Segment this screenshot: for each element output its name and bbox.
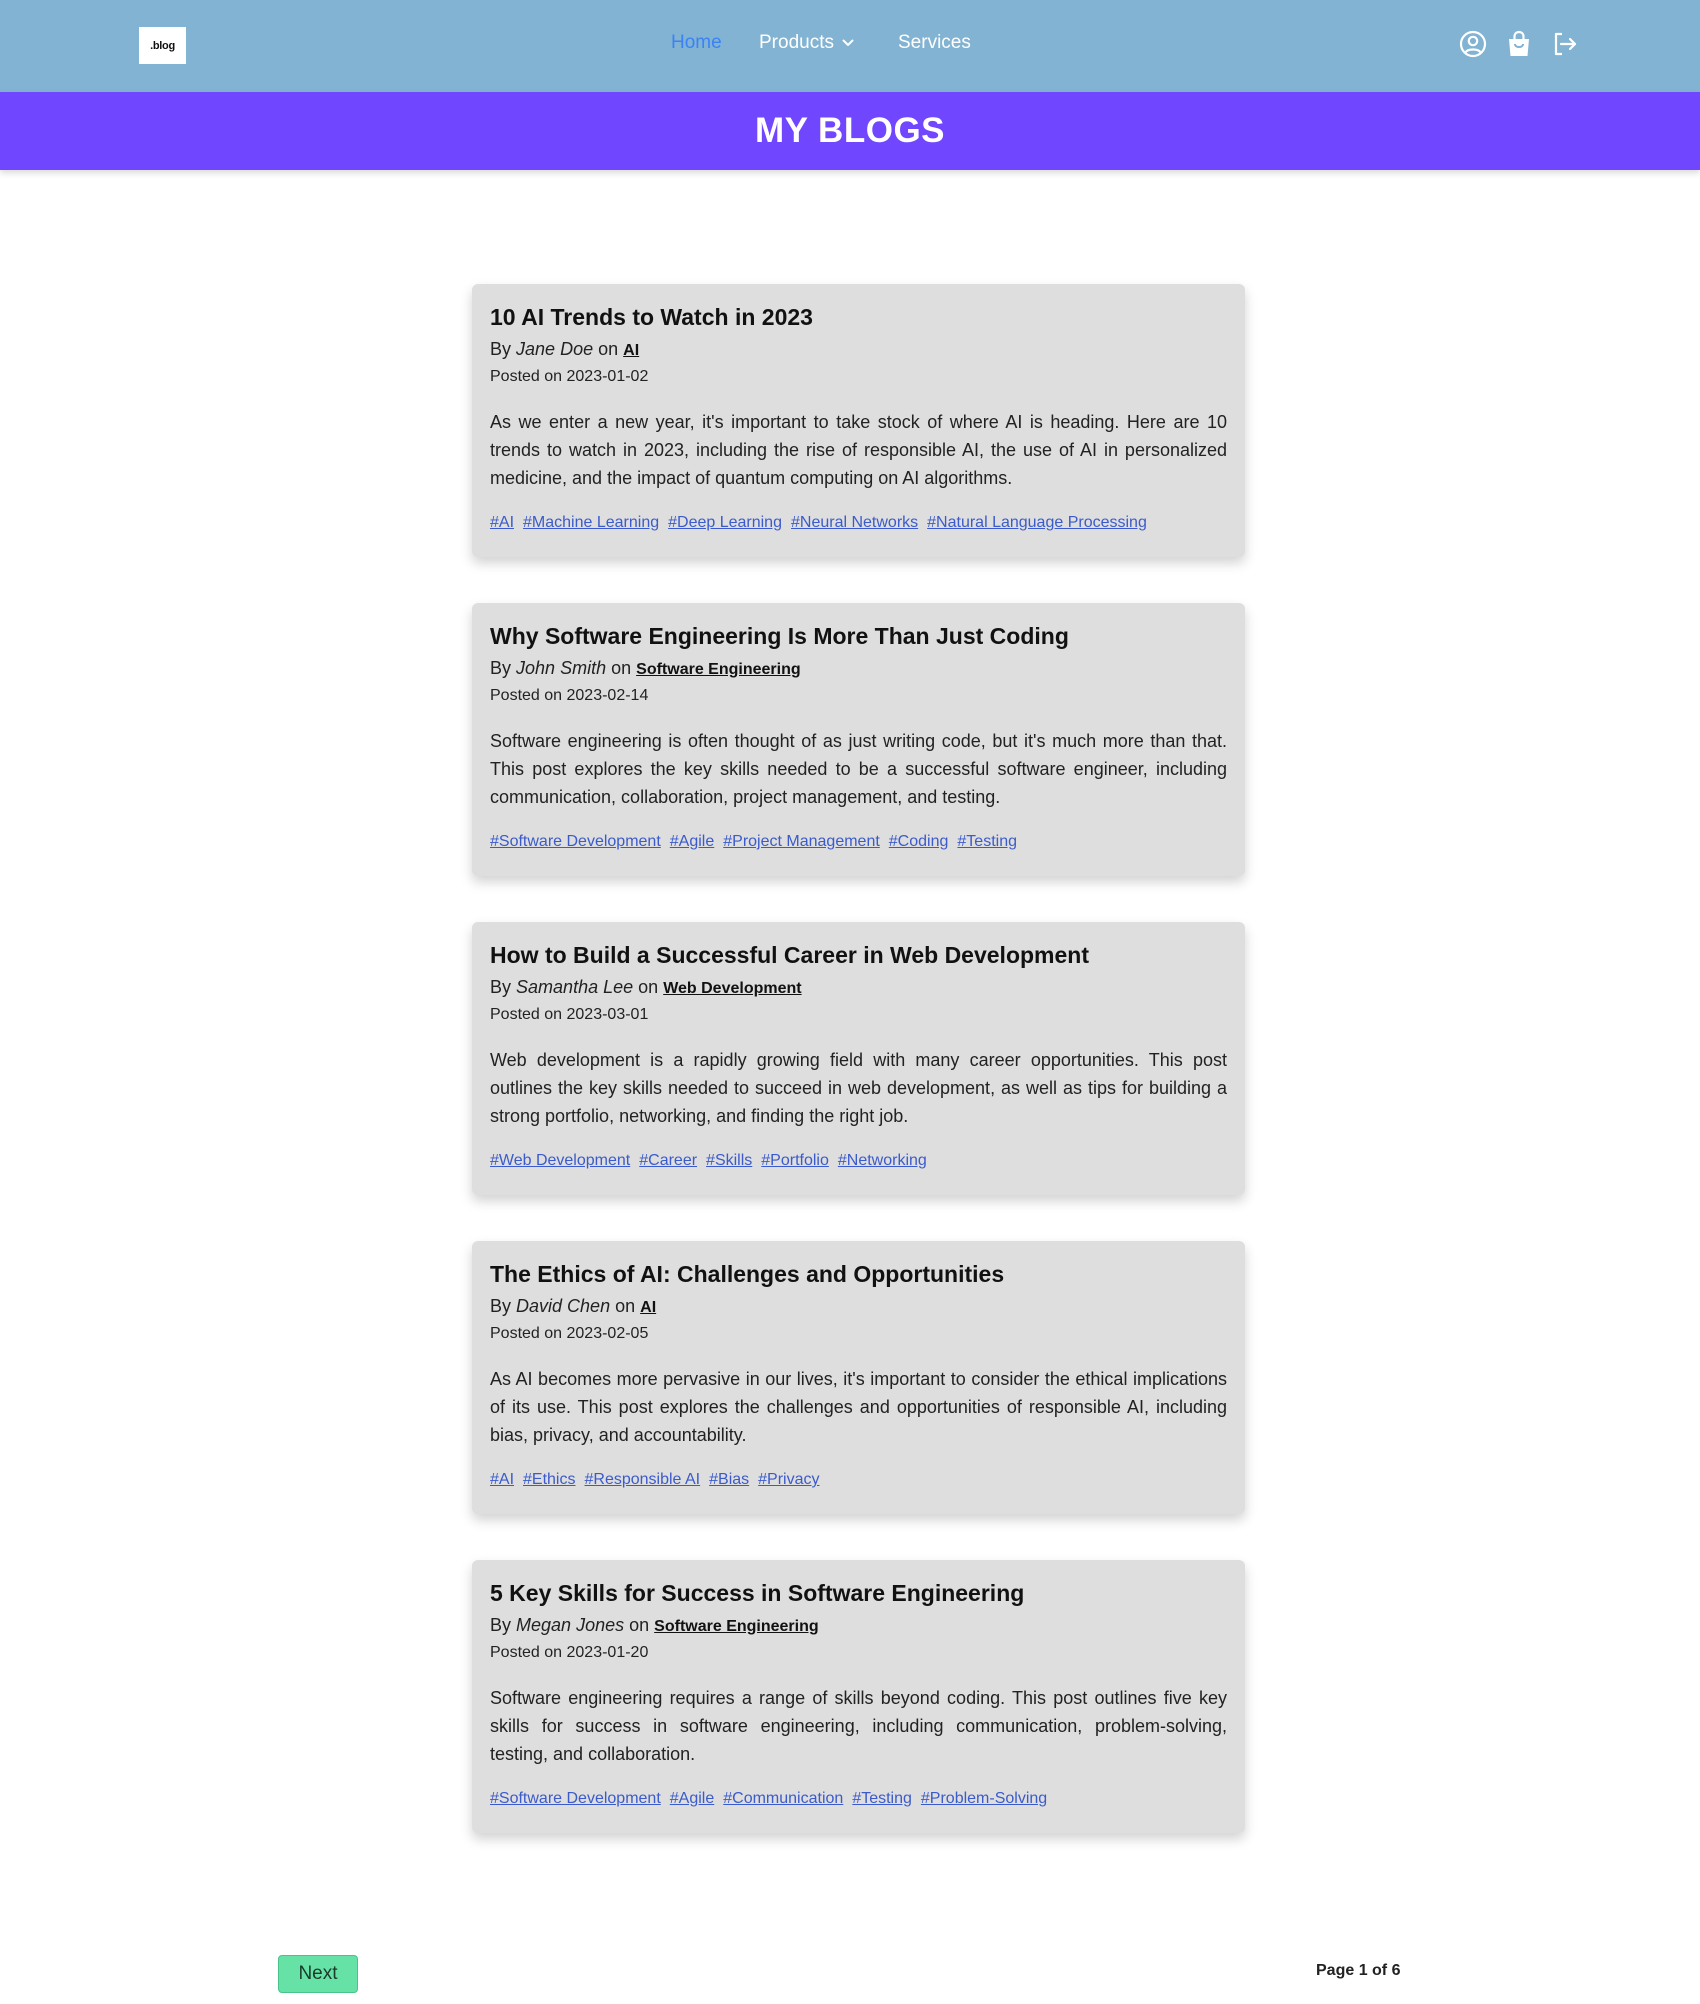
post-date: Posted on 2023-01-20 [490, 1644, 649, 1661]
tag-link[interactable]: #Portfolio [761, 1152, 829, 1170]
blog-post-card[interactable]: How to Build a Successful Career in Web … [472, 922, 1245, 1195]
post-date: Posted on 2023-02-14 [490, 687, 649, 704]
nav-link-services[interactable]: Services [898, 32, 971, 54]
chevron-down-icon [842, 39, 854, 47]
shopping-bag-icon [1506, 30, 1532, 63]
logout-icon [1551, 30, 1579, 63]
post-byline: By John Smith on Software Engineering [490, 656, 1227, 682]
post-author: Samantha Lee [516, 977, 634, 997]
tag-link[interactable]: #Privacy [758, 1471, 819, 1489]
post-author: David Chen [516, 1296, 611, 1316]
post-category-link[interactable]: Software Engineering [636, 661, 800, 678]
cart-button[interactable] [1504, 30, 1534, 63]
post-excerpt: Web development is a rapidly growing fie… [490, 1050, 1227, 1126]
byline-by: By [490, 658, 512, 678]
tag-link[interactable]: #Responsible AI [584, 1471, 700, 1489]
nav-link-services-label: Services [898, 32, 971, 53]
post-byline: By Jane Doe on AI [490, 337, 1227, 363]
tag-link[interactable]: #Agile [670, 833, 714, 851]
post-tags: #Software Development #Agile #Project Ma… [490, 833, 1017, 851]
post-title[interactable]: Why Software Engineering Is More Than Ju… [490, 621, 1227, 651]
post-category-link[interactable]: Software Engineering [654, 1618, 818, 1635]
post-title[interactable]: How to Build a Successful Career in Web … [490, 940, 1227, 970]
top-navbar: .blog Home Products Services [0, 0, 1700, 92]
post-author: John Smith [516, 658, 607, 678]
post-excerpt: As AI becomes more pervasive in our live… [490, 1369, 1227, 1445]
post-tags: #AI #Machine Learning #Deep Learning #Ne… [490, 514, 1147, 532]
byline-on: on [629, 1615, 650, 1635]
post-title[interactable]: 10 AI Trends to Watch in 2023 [490, 302, 1227, 332]
tag-link[interactable]: #Career [639, 1152, 697, 1170]
user-circle-icon [1459, 30, 1487, 63]
post-category-link[interactable]: AI [623, 342, 639, 359]
post-category-link[interactable]: Web Development [663, 980, 801, 997]
post-byline: By Megan Jones on Software Engineering [490, 1613, 1227, 1639]
post-date: Posted on 2023-03-01 [490, 1006, 649, 1023]
blog-post-card[interactable]: 10 AI Trends to Watch in 2023 By Jane Do… [472, 284, 1245, 557]
post-title[interactable]: 5 Key Skills for Success in Software Eng… [490, 1578, 1227, 1608]
byline-on: on [638, 977, 659, 997]
tag-link[interactable]: #Software Development [490, 1790, 661, 1808]
tag-link[interactable]: #Coding [889, 833, 949, 851]
blog-post-card[interactable]: The Ethics of AI: Challenges and Opportu… [472, 1241, 1245, 1514]
post-title[interactable]: The Ethics of AI: Challenges and Opportu… [490, 1259, 1227, 1289]
tag-link[interactable]: #AI [490, 514, 514, 532]
tag-link[interactable]: #Natural Language Processing [927, 514, 1147, 532]
tag-link[interactable]: #Ethics [523, 1471, 575, 1489]
byline-by: By [490, 1296, 512, 1316]
post-category-link[interactable]: AI [640, 1299, 656, 1316]
post-tags: #Software Development #Agile #Communicat… [490, 1790, 1047, 1808]
byline-on: on [615, 1296, 636, 1316]
page-banner: MY BLOGS [0, 92, 1700, 170]
tag-link[interactable]: #Software Development [490, 833, 661, 851]
tag-link[interactable]: #AI [490, 1471, 514, 1489]
nav-link-home-label: Home [671, 32, 722, 53]
post-author: Megan Jones [516, 1615, 625, 1635]
post-byline: By David Chen on AI [490, 1294, 1227, 1320]
tag-link[interactable]: #Communication [723, 1790, 843, 1808]
main-nav: Home Products Services [0, 0, 1700, 92]
byline-by: By [490, 1615, 512, 1635]
byline-by: By [490, 977, 512, 997]
tag-link[interactable]: #Neural Networks [791, 514, 918, 532]
tag-link[interactable]: #Skills [706, 1152, 752, 1170]
post-excerpt: Software engineering requires a range of… [490, 1688, 1227, 1764]
tag-link[interactable]: #Machine Learning [523, 514, 659, 532]
post-byline: By Samantha Lee on Web Development [490, 975, 1227, 1001]
post-author: Jane Doe [516, 339, 594, 359]
post-tags: #AI #Ethics #Responsible AI #Bias #Priva… [490, 1471, 820, 1489]
blog-post-card[interactable]: 5 Key Skills for Success in Software Eng… [472, 1560, 1245, 1833]
byline-on: on [611, 658, 632, 678]
post-tags: #Web Development #Career #Skills #Portfo… [490, 1152, 927, 1170]
post-excerpt: Software engineering is often thought of… [490, 731, 1227, 807]
next-page-button[interactable]: Next [278, 1955, 358, 1993]
page-indicator: Page 1 of 6 [1316, 1962, 1401, 1979]
blog-post-list: 10 AI Trends to Watch in 2023 By Jane Do… [472, 284, 1245, 1879]
byline-by: By [490, 339, 512, 359]
tag-link[interactable]: #Testing [957, 833, 1017, 851]
tag-link[interactable]: #Project Management [723, 833, 880, 851]
user-account-button[interactable] [1458, 30, 1488, 63]
tag-link[interactable]: #Bias [709, 1471, 749, 1489]
page-title: MY BLOGS [754, 111, 946, 150]
post-date: Posted on 2023-02-05 [490, 1325, 649, 1342]
logout-button[interactable] [1550, 31, 1580, 61]
tag-link[interactable]: #Deep Learning [668, 514, 782, 532]
nav-link-home[interactable]: Home [671, 32, 722, 54]
nav-link-products[interactable]: Products [759, 32, 854, 54]
tag-link[interactable]: #Testing [852, 1790, 912, 1808]
tag-link[interactable]: #Web Development [490, 1152, 630, 1170]
post-excerpt: As we enter a new year, it's important t… [490, 412, 1227, 488]
blog-post-card[interactable]: Why Software Engineering Is More Than Ju… [472, 603, 1245, 876]
nav-link-products-label: Products [759, 32, 834, 53]
tag-link[interactable]: #Problem-Solving [921, 1790, 1047, 1808]
post-date: Posted on 2023-01-02 [490, 368, 649, 385]
tag-link[interactable]: #Networking [838, 1152, 927, 1170]
byline-on: on [598, 339, 619, 359]
tag-link[interactable]: #Agile [670, 1790, 714, 1808]
